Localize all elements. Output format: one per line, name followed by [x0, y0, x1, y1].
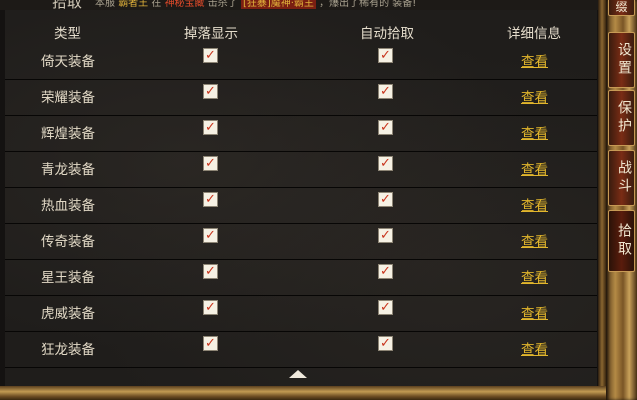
- table-row: 传奇装备 ✓ ✓ 查看: [5, 224, 597, 260]
- drop-display-checkbox[interactable]: ✓: [203, 120, 218, 135]
- equipment-type-label: 星王装备: [41, 270, 95, 286]
- view-details-link[interactable]: 查看: [521, 50, 548, 70]
- news-location: 神秘宝藏: [164, 0, 205, 9]
- equipment-type-label: 虎威装备: [41, 306, 95, 322]
- view-details-link[interactable]: 查看: [521, 266, 548, 286]
- table-row: 虎威装备 ✓ ✓ 查看: [5, 296, 597, 332]
- equipment-type-label: 倚天装备: [41, 54, 95, 70]
- header-details: 详细信息: [507, 26, 561, 42]
- view-details-link[interactable]: 查看: [521, 122, 548, 142]
- auto-pickup-checkbox[interactable]: ✓: [378, 264, 393, 279]
- news-part3: 击杀了: [207, 0, 238, 9]
- table-row: 狂龙装备 ✓ ✓ 查看: [5, 332, 597, 368]
- tab-combat[interactable]: 战斗: [608, 150, 635, 206]
- equipment-type-label: 狂龙装备: [41, 342, 95, 358]
- news-boss: [狂暴]魔神·霸主: [240, 0, 316, 9]
- drop-display-checkbox[interactable]: ✓: [203, 264, 218, 279]
- tab-settings[interactable]: 设置: [608, 32, 635, 88]
- table-row: 青龙装备 ✓ ✓ 查看: [5, 152, 597, 188]
- header-type: 类型: [54, 26, 81, 42]
- equipment-type-label: 热血装备: [41, 198, 95, 214]
- auto-pickup-checkbox[interactable]: ✓: [378, 228, 393, 243]
- drop-display-checkbox[interactable]: ✓: [203, 192, 218, 207]
- view-details-link[interactable]: 查看: [521, 194, 548, 214]
- drop-display-checkbox[interactable]: ✓: [203, 228, 218, 243]
- news-part4: ，爆出了稀有的: [319, 0, 390, 9]
- view-details-link[interactable]: 查看: [521, 302, 548, 322]
- system-news-ticker: 本服 霸者王 在 神秘宝藏 击杀了 [狂暴]魔神·霸主 ，爆出了稀有的 装备!: [95, 0, 416, 9]
- title-bar: 拾取 本服 霸者王 在 神秘宝藏 击杀了 [狂暴]魔神·霸主 ，爆出了稀有的 装…: [0, 0, 598, 10]
- tab-protect[interactable]: 保护: [608, 90, 635, 146]
- equipment-type-label: 青龙装备: [41, 162, 95, 178]
- table-row: 辉煌装备 ✓ ✓ 查看: [5, 116, 597, 152]
- pickup-table-panel: 类型 掉落显示 自动拾取 详细信息 倚天装备 ✓ ✓ 查看 荣耀装备 ✓ ✓ 查看 辉煌装备 ✓ ✓…: [5, 10, 597, 386]
- view-details-link[interactable]: 查看: [521, 230, 548, 250]
- equipment-type-label: 荣耀装备: [41, 90, 95, 106]
- drop-display-checkbox[interactable]: ✓: [203, 300, 218, 315]
- news-part1: 本服: [95, 0, 115, 9]
- table-row: 星王装备 ✓ ✓ 查看: [5, 260, 597, 296]
- news-player-name: 霸者王: [118, 0, 149, 9]
- tab-pickup[interactable]: 拾取: [608, 210, 635, 272]
- news-tail: 装备!: [392, 0, 417, 9]
- header-auto-pickup: 自动拾取: [360, 26, 414, 42]
- triangle-up-icon[interactable]: [289, 370, 307, 378]
- table-row: 热血装备 ✓ ✓ 查看: [5, 188, 597, 224]
- auto-pickup-checkbox[interactable]: ✓: [378, 84, 393, 99]
- frame-bottom-border: [0, 386, 606, 400]
- equipment-type-label: 传奇装备: [41, 234, 95, 250]
- tab-top[interactable]: 缀: [608, 0, 635, 16]
- table-row: 荣耀装备 ✓ ✓ 查看: [5, 80, 597, 116]
- drop-display-checkbox[interactable]: ✓: [203, 156, 218, 171]
- view-details-link[interactable]: 查看: [521, 338, 548, 358]
- view-details-link[interactable]: 查看: [521, 86, 548, 106]
- auto-pickup-checkbox[interactable]: ✓: [378, 48, 393, 63]
- auto-pickup-checkbox[interactable]: ✓: [378, 336, 393, 351]
- drop-display-checkbox[interactable]: ✓: [203, 48, 218, 63]
- window-title: 拾取: [52, 0, 83, 10]
- table-row: 倚天装备 ✓ ✓ 查看: [5, 44, 597, 80]
- header-drop-display: 掉落显示: [184, 26, 238, 42]
- equipment-type-label: 辉煌装备: [41, 126, 95, 142]
- auto-pickup-checkbox[interactable]: ✓: [378, 192, 393, 207]
- view-details-link[interactable]: 查看: [521, 158, 548, 178]
- auto-pickup-checkbox[interactable]: ✓: [378, 120, 393, 135]
- auto-pickup-checkbox[interactable]: ✓: [378, 156, 393, 171]
- frame-inner-edge: [598, 0, 606, 386]
- drop-display-checkbox[interactable]: ✓: [203, 336, 218, 351]
- auto-pickup-checkbox[interactable]: ✓: [378, 300, 393, 315]
- news-part2: 在: [151, 0, 162, 9]
- drop-display-checkbox[interactable]: ✓: [203, 84, 218, 99]
